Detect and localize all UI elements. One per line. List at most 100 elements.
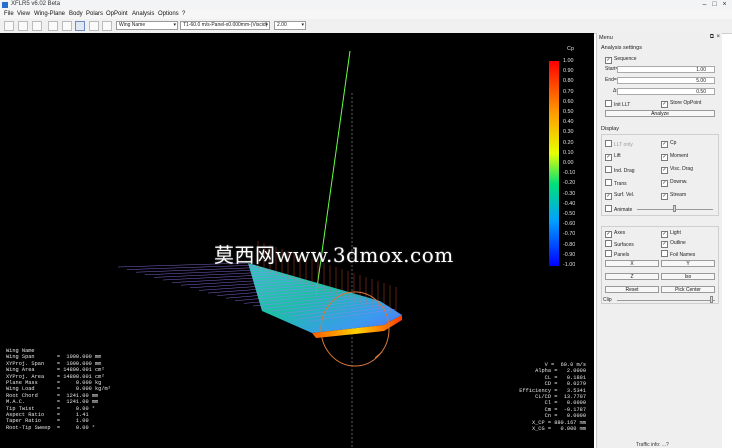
analysis-settings-label: Analysis settings	[601, 45, 642, 51]
analyze-button[interactable]: Analyze	[605, 110, 715, 117]
clip-slider-handle[interactable]	[710, 296, 713, 303]
xfoil-inverse-icon[interactable]	[62, 21, 72, 31]
cp-legend-tick: 0.80	[563, 78, 574, 85]
cp-legend-tick: 0.00	[563, 160, 574, 166]
cp-legend-tick: 0.70	[563, 88, 574, 95]
oppoint-select[interactable]: 2.00 ▾	[274, 21, 306, 30]
wing-design-icon[interactable]	[75, 21, 85, 31]
stream-checkbox[interactable]: ✓ Stream	[661, 192, 686, 200]
cp-legend-tick: 0.50	[563, 109, 574, 115]
trans-checkbox[interactable]: Trans	[605, 179, 627, 187]
view-y-button[interactable]: Y	[661, 260, 715, 267]
downwash-checkbox[interactable]: ✓ Downw.	[661, 179, 688, 187]
menu-help[interactable]: ?	[182, 11, 185, 17]
menu-oppoint[interactable]: OpPoint	[106, 11, 128, 17]
ind-drag-checkbox[interactable]: Ind. Drag	[605, 166, 635, 174]
cp-legend-tick: -0.20	[563, 180, 576, 187]
clip-slider[interactable]	[617, 300, 715, 301]
app-icon	[2, 2, 8, 8]
menu-panel: Menu ⧉ × Analysis settings ✓ Sequence Sta…	[596, 33, 722, 448]
wing-stat-line: Wing Area = 14800.001 cm²	[6, 367, 105, 374]
window-title: XFLR5 v6.02 Beta	[11, 1, 61, 7]
cp-legend-tick: 0.30	[563, 129, 574, 136]
maximize-icon[interactable]: □	[710, 1, 719, 8]
clip-label: Clip	[603, 297, 612, 303]
open-file-icon[interactable]	[18, 21, 28, 31]
cp-legend-tick: -0.90	[563, 251, 576, 258]
cp-legend-tick: 0.60	[563, 98, 574, 105]
panel-title: Menu	[599, 35, 613, 41]
cp-color-bar	[549, 61, 559, 266]
lift-checkbox[interactable]: ✓ Lift	[605, 153, 621, 161]
cp-legend-tick: 1.00	[563, 58, 574, 64]
sequence-checkbox[interactable]: ✓ Sequence	[605, 56, 637, 64]
end-field[interactable]: 5.00	[617, 77, 715, 84]
menu-bar: File View Wing-Plane Body Polars OpPoint…	[0, 10, 732, 19]
wing-stat-line: Root-Tip Sweep = 0.00 °	[6, 424, 96, 431]
store-oppoint-checkbox[interactable]: ✓ Store OpPoint	[661, 100, 701, 108]
new-file-icon[interactable]	[4, 21, 14, 31]
moment-arrow	[374, 351, 383, 359]
visc-drag-checkbox[interactable]: ✓ Visc. Drag	[661, 166, 693, 174]
display-label: Display	[601, 126, 620, 132]
animate-speed-handle[interactable]	[673, 205, 676, 212]
delta-field[interactable]: 0.50	[617, 88, 715, 95]
polar-select[interactable]: T1-60.0 m/s-Panel-x0.000mm-(Viscid) ▾	[180, 21, 270, 30]
plane-select[interactable]: Wing Name ▾	[116, 21, 178, 30]
cp-checkbox[interactable]: ✓ Cp	[661, 140, 676, 148]
cp-legend-tick: 0.40	[563, 119, 574, 126]
float-icon[interactable]: ⧉	[710, 34, 714, 41]
wing-stat-line: Wing Span = 1000.000 mm	[6, 354, 102, 361]
panels-checkbox[interactable]: Panels	[605, 250, 629, 258]
surfaces-checkbox[interactable]: Surfaces	[605, 240, 634, 248]
watermark: 莫西网www.3dmox.com	[214, 243, 454, 267]
animate-checkbox[interactable]: Animate	[605, 205, 632, 213]
menu-file[interactable]: File	[4, 11, 14, 17]
wing-stat-line: Wing Load = 0.000 kg/m²	[6, 386, 111, 393]
close-icon[interactable]: ×	[720, 1, 729, 8]
menu-options[interactable]: Options	[158, 11, 179, 17]
streamline	[144, 269, 270, 276]
axes-checkbox[interactable]: ✓ Axes	[605, 230, 625, 238]
outline-checkbox[interactable]: ✓ Outline	[661, 240, 686, 248]
minimize-icon[interactable]: –	[700, 1, 709, 8]
light-checkbox[interactable]: ✓ Light	[661, 230, 681, 238]
cp-legend-tick: -0.80	[563, 241, 576, 248]
cp-legend-tick: -0.40	[563, 200, 576, 207]
save-icon[interactable]	[32, 21, 42, 31]
menu-body[interactable]: Body	[69, 11, 83, 17]
llt-only-checkbox[interactable]: LLT only	[605, 140, 633, 148]
menu-polars[interactable]: Polars	[86, 11, 103, 17]
panel-close-icon[interactable]: ×	[716, 34, 720, 40]
menu-view[interactable]: View	[17, 11, 30, 17]
view-iso-button[interactable]: Iso	[661, 273, 715, 280]
wing-surface	[248, 263, 402, 333]
start-field[interactable]: 1.00	[617, 66, 715, 73]
wing-stat-line: M.A.C. = 1241.00 mm	[6, 399, 99, 406]
foil-names-checkbox[interactable]: Foil Names	[661, 250, 695, 258]
cp-legend-tick: -0.50	[563, 211, 576, 217]
menu-analysis[interactable]: Analysis	[132, 11, 154, 17]
polar-view-icon[interactable]	[89, 21, 99, 31]
cp-legend-tick: 0.10	[563, 149, 574, 156]
cp-legend-tick: 0.20	[563, 139, 574, 146]
cp-legend-tick: -0.70	[563, 231, 576, 238]
cp-legend-tick: -0.30	[563, 190, 576, 197]
oppoint-view-icon[interactable]	[102, 21, 112, 31]
cp-legend-tick: -1.00	[563, 262, 576, 268]
surf-vel-checkbox[interactable]: ✓ Surf. Vel.	[605, 192, 634, 200]
3d-view[interactable]: Cp 1.00 0.90 0.80 0.70 0.60 0.50 0.40 0.30 0.20 0…	[0, 33, 594, 448]
moment-checkbox[interactable]: ✓ Moment	[661, 153, 688, 161]
end-label: End=	[605, 77, 617, 83]
reset-button[interactable]: Reset	[605, 286, 659, 293]
menu-wing-plane[interactable]: Wing-Plane	[34, 11, 65, 17]
init-llt-checkbox[interactable]: Init LLT	[605, 100, 630, 108]
xfoil-direct-icon[interactable]	[48, 21, 58, 31]
pick-center-button[interactable]: Pick Center	[661, 286, 715, 293]
status-footer: Traffic info: ...?	[636, 442, 669, 448]
toolbar: Wing Name ▾ T1-60.0 m/s-Panel-x0.000mm-(V…	[0, 19, 732, 34]
oppoint-stat-line: X_CG = 0.000 mm	[531, 426, 586, 433]
view-x-button[interactable]: X	[605, 260, 659, 267]
oppoint-stats: V = 60.0 m/s Alpha = 2.0000 CL = 0.1801 CD …	[519, 362, 586, 432]
view-z-button[interactable]: Z	[605, 273, 659, 280]
